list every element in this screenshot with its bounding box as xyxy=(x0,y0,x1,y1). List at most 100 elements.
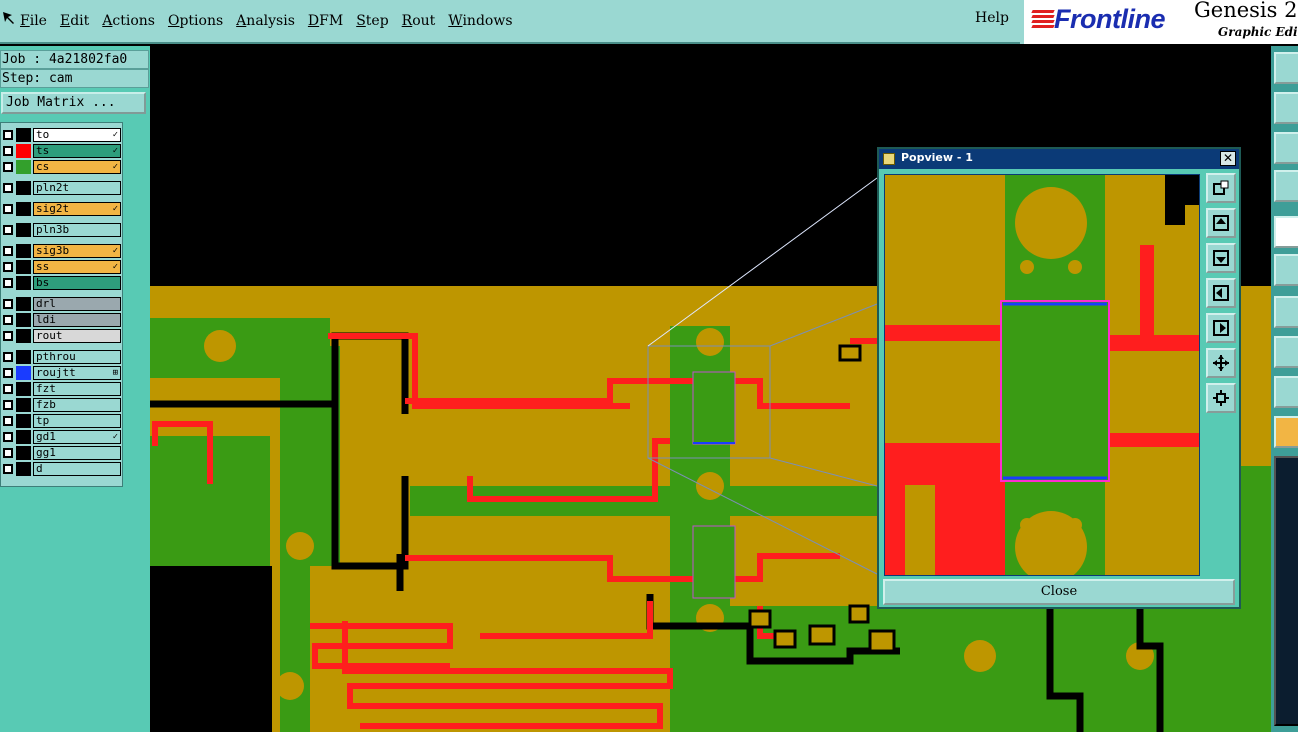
layer-row-pthrou[interactable]: pthrou xyxy=(3,349,121,364)
popview-canvas[interactable] xyxy=(884,174,1200,576)
pan-right-icon[interactable] xyxy=(1206,313,1236,343)
layer-row-ldi[interactable]: ldi xyxy=(3,312,121,327)
job-matrix-button[interactable]: Job Matrix ... xyxy=(1,92,146,114)
layer-color-swatch[interactable] xyxy=(16,243,31,258)
layer-checkbox[interactable] xyxy=(3,367,13,378)
layer-row-gd1[interactable]: gd1 ✓ xyxy=(3,429,121,444)
menu-edit[interactable]: Edit xyxy=(60,13,89,29)
layer-name[interactable]: ldi xyxy=(33,312,121,327)
layer-checkbox[interactable] xyxy=(3,399,13,410)
toolbar-zoom-icon[interactable] xyxy=(1274,132,1298,164)
layer-color-swatch[interactable] xyxy=(16,201,31,216)
toolbar-select-icon[interactable] xyxy=(1274,416,1298,448)
layer-row-pln3b[interactable]: pln3b xyxy=(3,222,121,237)
layer-checkbox[interactable] xyxy=(3,314,13,325)
layer-name[interactable]: rout xyxy=(33,328,121,343)
layer-checkbox[interactable] xyxy=(3,431,13,442)
layer-checkbox[interactable] xyxy=(3,277,13,288)
layer-name[interactable]: fzt xyxy=(33,381,121,396)
layer-name[interactable]: bs xyxy=(33,275,121,290)
layer-row-sig3b[interactable]: sig3b ✓ xyxy=(3,243,121,258)
layer-name[interactable]: drl xyxy=(33,296,121,311)
menu-file[interactable]: File xyxy=(20,13,47,29)
layer-name[interactable]: to ✓ xyxy=(33,127,121,142)
layer-checkbox[interactable] xyxy=(3,463,13,474)
layer-row-ts[interactable]: ts ✓ xyxy=(3,143,121,158)
layer-color-swatch[interactable] xyxy=(16,312,31,327)
toolbar-shape-icon[interactable] xyxy=(1274,376,1298,408)
menu-analysis[interactable]: Analysis xyxy=(236,13,295,29)
layer-row-drl[interactable]: drl xyxy=(3,296,121,311)
layer-name[interactable]: d xyxy=(33,461,121,476)
toolbar-record-icon[interactable] xyxy=(1274,216,1298,248)
layer-checkbox[interactable] xyxy=(3,203,13,214)
layer-color-swatch[interactable] xyxy=(16,159,31,174)
menu-rout[interactable]: Rout xyxy=(402,13,436,29)
layer-checkbox[interactable] xyxy=(3,447,13,458)
layer-row-to[interactable]: to ✓ xyxy=(3,127,121,142)
layer-color-swatch[interactable] xyxy=(16,397,31,412)
layer-checkbox[interactable] xyxy=(3,129,13,140)
layer-name[interactable]: sig3b ✓ xyxy=(33,243,121,258)
layer-color-swatch[interactable] xyxy=(16,328,31,343)
toolbar-measure-icon[interactable] xyxy=(1274,170,1298,202)
pan-up-icon[interactable] xyxy=(1206,208,1236,238)
layer-row-pln2t[interactable]: pln2t xyxy=(3,180,121,195)
toolbar-pan-icon[interactable] xyxy=(1274,92,1298,124)
layer-checkbox[interactable] xyxy=(3,145,13,156)
layer-color-swatch[interactable] xyxy=(16,381,31,396)
pan-down-icon[interactable] xyxy=(1206,243,1236,273)
close-button[interactable]: Close xyxy=(883,579,1235,605)
window-menu-icon[interactable] xyxy=(883,153,895,165)
layer-checkbox[interactable] xyxy=(3,182,13,193)
layer-row-fzb[interactable]: fzb xyxy=(3,397,121,412)
popview-zoomed-view[interactable] xyxy=(885,175,1200,576)
layer-color-swatch[interactable] xyxy=(16,222,31,237)
layer-checkbox[interactable] xyxy=(3,245,13,256)
layer-color-swatch[interactable] xyxy=(16,445,31,460)
layer-color-swatch[interactable] xyxy=(16,365,31,380)
toolbar-net-icon[interactable] xyxy=(1274,254,1298,286)
layer-name[interactable]: tp xyxy=(33,413,121,428)
layer-row-d[interactable]: d xyxy=(3,461,121,476)
layer-checkbox[interactable] xyxy=(3,261,13,272)
toolbar-window-icon[interactable] xyxy=(1274,52,1298,84)
layer-color-swatch[interactable] xyxy=(16,413,31,428)
layer-color-swatch[interactable] xyxy=(16,349,31,364)
layer-row-cs[interactable]: cs ✓ xyxy=(3,159,121,174)
layer-name[interactable]: fzb xyxy=(33,397,121,412)
layer-color-swatch[interactable] xyxy=(16,461,31,476)
layer-row-ss[interactable]: ss ✓ xyxy=(3,259,121,274)
layer-name[interactable]: gd1 ✓ xyxy=(33,429,121,444)
layer-color-swatch[interactable] xyxy=(16,275,31,290)
layer-row-bs[interactable]: bs xyxy=(3,275,121,290)
layer-row-sig2t[interactable]: sig2t ✓ xyxy=(3,201,121,216)
menu-actions[interactable]: Actions xyxy=(102,13,155,29)
zoom-home-icon[interactable] xyxy=(1206,348,1236,378)
layer-name[interactable]: pthrou xyxy=(33,349,121,364)
zoom-fit-icon[interactable] xyxy=(1206,383,1236,413)
layer-row-fzt[interactable]: fzt xyxy=(3,381,121,396)
menu-dfm[interactable]: DFM xyxy=(308,13,343,29)
close-icon[interactable]: ✕ xyxy=(1220,151,1236,166)
layer-checkbox[interactable] xyxy=(3,415,13,426)
layer-name[interactable]: ss ✓ xyxy=(33,259,121,274)
layer-row-tp[interactable]: tp xyxy=(3,413,121,428)
toolbar-snap-icon[interactable] xyxy=(1274,336,1298,368)
menu-windows[interactable]: Windows xyxy=(448,13,512,29)
layer-checkbox[interactable] xyxy=(3,351,13,362)
layer-name[interactable]: roujtt ⊞ xyxy=(33,365,121,380)
layer-row-roujtt[interactable]: roujtt ⊞ xyxy=(3,365,121,380)
menu-options[interactable]: Options xyxy=(168,13,223,29)
layer-checkbox[interactable] xyxy=(3,298,13,309)
menu-step[interactable]: Step xyxy=(356,13,388,29)
popview-title-bar[interactable]: Popview - 1 ✕ xyxy=(879,149,1239,169)
layer-name[interactable]: cs ✓ xyxy=(33,159,121,174)
layer-row-rout[interactable]: rout xyxy=(3,328,121,343)
toolbar-line-icon[interactable] xyxy=(1274,296,1298,328)
zoom-window-icon[interactable] xyxy=(1206,173,1236,203)
popview-window[interactable]: Popview - 1 ✕ Close xyxy=(877,147,1241,609)
layer-checkbox[interactable] xyxy=(3,330,13,341)
layer-color-swatch[interactable] xyxy=(16,429,31,444)
layer-checkbox[interactable] xyxy=(3,161,13,172)
